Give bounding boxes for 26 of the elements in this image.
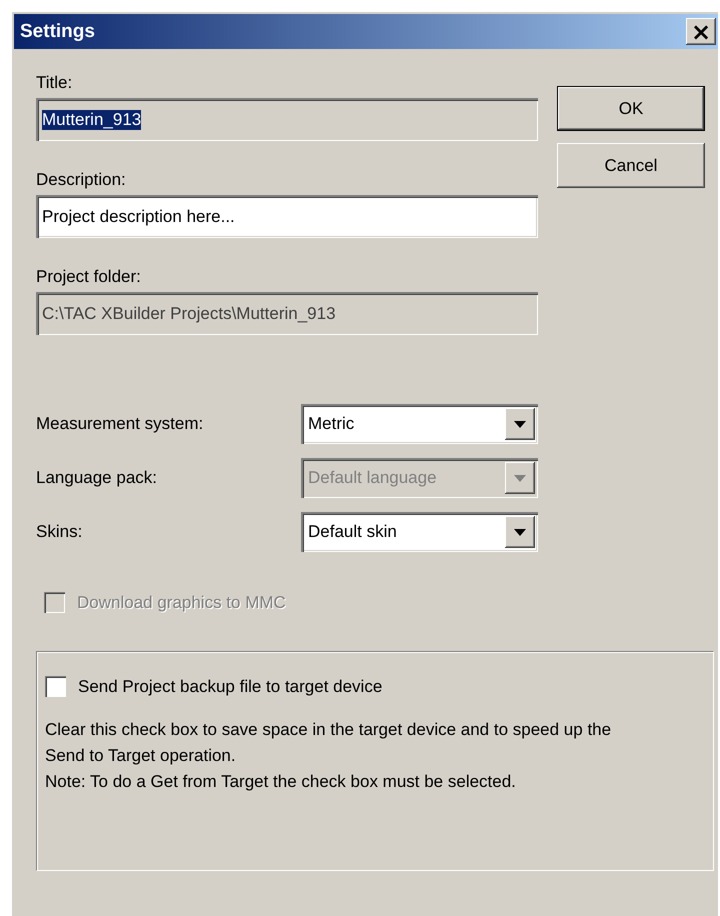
close-button[interactable]: ×	[686, 18, 716, 45]
field-label: Project folder:	[36, 267, 142, 287]
dropdown[interactable]: Default skin	[301, 512, 538, 552]
checkbox-label: Send Project backup file to target device	[78, 676, 382, 696]
dialog-button[interactable]: Cancel	[557, 143, 705, 188]
checkbox[interactable]	[45, 676, 66, 697]
dialog-button[interactable]: OK	[557, 86, 705, 131]
combo-label: Measurement system:	[36, 414, 204, 434]
field-value: C:\TAC XBuilder Projects\Mutterin_913	[42, 304, 336, 324]
dropdown[interactable]: Metric	[301, 404, 538, 444]
note-text: Clear this check box to save space in the target device and to speed up the Send to Target operation.	[45, 719, 612, 767]
window-title: Settings	[20, 20, 95, 42]
dropdown-arrow-icon	[514, 528, 526, 536]
dropdown-arrow-icon	[514, 420, 526, 428]
field-value: Mutterin_913	[42, 110, 142, 130]
checkbox-label: Download graphics to MMC	[77, 592, 286, 612]
text-field[interactable]: C:\TAC XBuilder Projects\Mutterin_913	[36, 292, 538, 335]
text-field[interactable]: Mutterin_913	[36, 98, 538, 141]
field-label: Title:	[36, 73, 74, 93]
text-field[interactable]: Project description here...	[36, 195, 538, 238]
field-value: Project description here...	[42, 206, 235, 226]
note-text: Note: To do a Get from Target the check box must be selected.	[45, 771, 517, 793]
field-label: Description:	[36, 170, 127, 190]
dropdown-arrow-icon	[514, 474, 526, 482]
combo-label: Skins:	[36, 522, 84, 542]
combo-label: Language pack:	[36, 468, 158, 488]
